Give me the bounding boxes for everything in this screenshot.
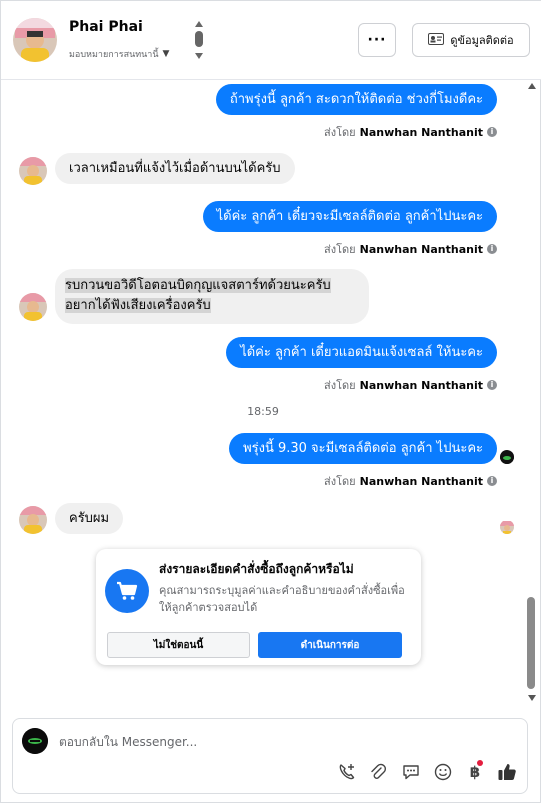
continue-button[interactable]: ดำเนินการต่อ <box>258 632 402 658</box>
scrollbar-thumb[interactable] <box>527 597 535 689</box>
incoming-message[interactable]: รบกวนขอวิดีโอตอนบิดกุญแจสตาร์ทด้วยนะครับ… <box>55 269 369 324</box>
info-icon[interactable]: i <box>487 244 497 254</box>
thumbs-up-icon[interactable] <box>497 762 517 782</box>
scroll-resize-handle-icon[interactable] <box>192 19 206 63</box>
view-contact-info-label: ดูข้อมูลติดต่อ <box>450 34 514 47</box>
sent-by-label: ส่งโดย Nanwhan Nanthanit i <box>324 240 497 258</box>
sent-by-label: ส่งโดย Nanwhan Nanthanit i <box>324 376 497 394</box>
view-contact-info-button[interactable]: ดูข้อมูลติดต่อ <box>412 23 530 57</box>
notification-dot <box>477 760 483 766</box>
cart-icon <box>105 569 149 613</box>
outgoing-message[interactable]: พรุ่งนี้ 9.30 จะมีเซลล์ติดต่อ ลูกค้า ไปน… <box>229 433 497 464</box>
page-avatar <box>22 728 48 754</box>
chat-bubble-icon[interactable] <box>401 762 421 782</box>
not-now-button[interactable]: ไม่ใช่ตอนนี้ <box>107 632 250 658</box>
outgoing-message[interactable]: ได้ค่ะ ลูกค้า เดี๋ยวแอดมินแจ้งเซลล์ ให้น… <box>226 337 497 368</box>
message-timestamp: 18:59 <box>247 405 279 418</box>
info-icon[interactable]: i <box>487 476 497 486</box>
scroll-down-arrow-icon[interactable] <box>528 695 536 701</box>
contact-avatar-small <box>19 293 47 321</box>
reply-input[interactable] <box>59 735 499 749</box>
message-line: อยากได้ฟังเสียงเครื่องครับ <box>65 298 211 313</box>
message-line: รบกวนขอวิดีโอตอนบิดกุญแจสตาร์ทด้วยนะครับ <box>65 278 331 293</box>
sent-by-label: ส่งโดย Nanwhan Nanthanit i <box>324 472 497 490</box>
info-icon[interactable]: i <box>487 380 497 390</box>
contact-seen-avatar <box>500 520 514 534</box>
messenger-conversation-panel: Phai Phai มอบหมายการสนทนานี้ ▼ ··· ดูข้อ… <box>0 0 541 803</box>
read-receipt-icon <box>500 450 514 464</box>
incoming-message[interactable]: เวลาเหมือนที่แจ้งไว้เมื่อด้านบนได้ครับ <box>55 153 295 184</box>
order-card-title: ส่งรายละเอียดคำสั่งซื้อถึงลูกค้าหรือไม่ <box>159 562 354 576</box>
call-add-icon[interactable] <box>337 762 357 782</box>
contact-avatar-small <box>19 506 47 534</box>
info-icon[interactable]: i <box>487 127 497 137</box>
more-options-button[interactable]: ··· <box>358 23 396 57</box>
baht-icon[interactable]: ฿ <box>465 760 485 782</box>
conversation-header: Phai Phai มอบหมายการสนทนานี้ ▼ ··· ดูข้อ… <box>1 1 541 80</box>
contact-name[interactable]: Phai Phai <box>69 19 143 35</box>
reply-composer: ฿ <box>12 718 528 794</box>
incoming-message[interactable]: ครับผม <box>55 503 124 534</box>
emoji-icon[interactable] <box>433 762 453 782</box>
paperclip-icon[interactable] <box>368 762 388 782</box>
contact-card-icon <box>428 32 445 48</box>
assign-conversation-dropdown[interactable]: มอบหมายการสนทนานี้ ▼ <box>69 47 169 61</box>
assign-label: มอบหมายการสนทนานี้ <box>69 50 159 60</box>
outgoing-message[interactable]: ได้ค่ะ ลูกค้า เดี๋ยวจะมีเซลล์ติดต่อ ลูกค… <box>202 201 497 232</box>
chevron-down-icon: ▼ <box>162 49 170 59</box>
scroll-up-arrow-icon[interactable] <box>528 83 536 89</box>
contact-avatar-small <box>19 157 47 185</box>
contact-avatar[interactable] <box>13 18 57 62</box>
sent-by-label: ส่งโดย Nanwhan Nanthanit i <box>324 123 497 141</box>
order-card-description: คุณสามารถระบุมูลค่าและคำอธิบายของคำสั่งซ… <box>159 584 405 614</box>
send-order-details-card: ส่งรายละเอียดคำสั่งซื้อถึงลูกค้าหรือไม่ … <box>96 549 421 665</box>
outgoing-message[interactable]: ถ้าพรุ่งนี้ ลูกค้า สะดวกให้ติดต่อ ช่วงกี… <box>215 84 497 115</box>
thread-scrollbar[interactable] <box>525 81 539 711</box>
